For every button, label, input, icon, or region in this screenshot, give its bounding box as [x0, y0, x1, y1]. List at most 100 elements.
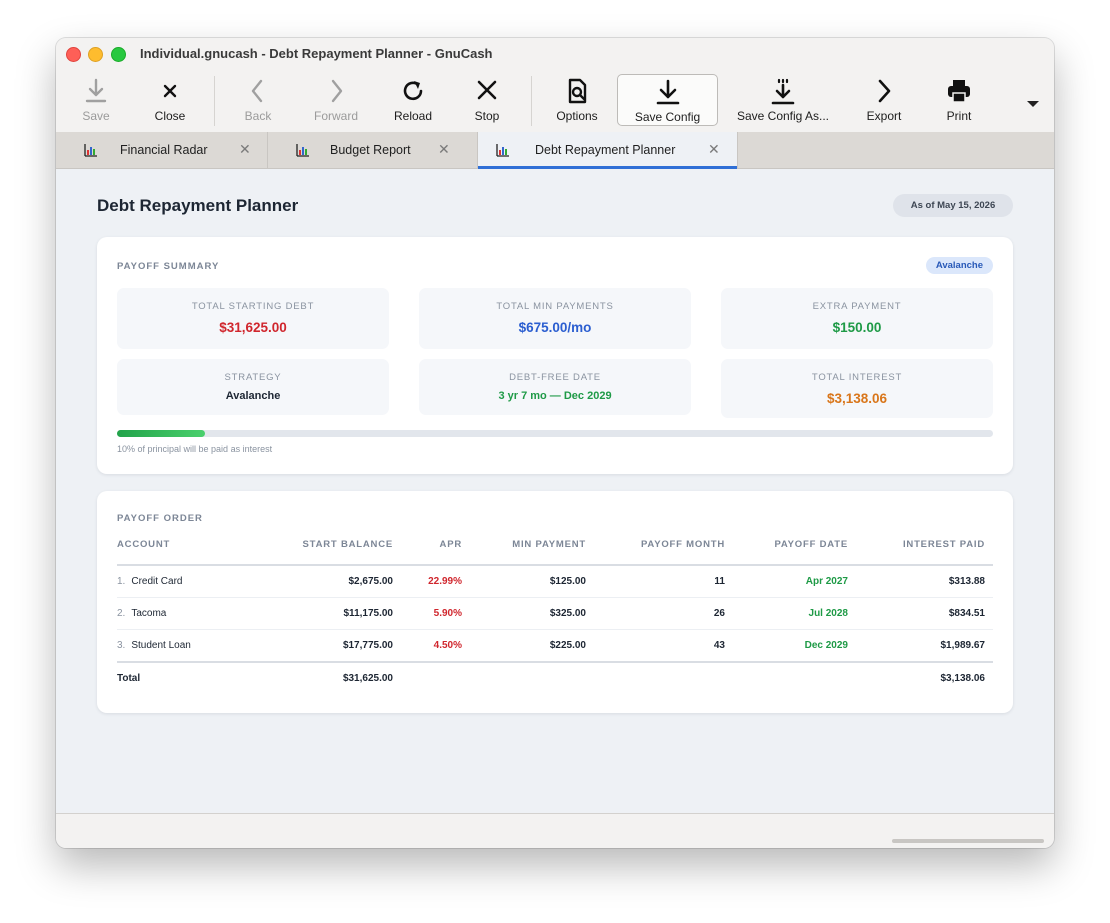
report-icon [296, 144, 309, 157]
stat-value: $3,138.06 [826, 391, 888, 406]
close-icon [163, 84, 177, 98]
payoff-month-cell: 43 [586, 629, 725, 663]
save-label: Save [82, 109, 110, 123]
stop-label: Stop [474, 109, 500, 123]
save-config-label: Save Config [634, 110, 701, 124]
toolbar: Save Close Back Forward Reload Stop Opti… [56, 70, 1054, 133]
payoff-order-card: PAYOFF ORDER ACCOUNT START BALANCE APR M… [97, 491, 1013, 713]
stat-value: $150.00 [832, 320, 882, 335]
export-label: Export [866, 109, 902, 123]
horizontal-scrollbar[interactable] [892, 839, 1044, 843]
stat-value: 3 yr 7 mo — Dec 2029 [498, 390, 612, 402]
account-cell: 1. Credit Card [117, 565, 257, 598]
stat-label: TOTAL STARTING DEBT [191, 301, 315, 312]
start-balance-cell: $11,175.00 [257, 597, 393, 630]
close-tab-icon[interactable]: ✕ [708, 141, 720, 158]
options-button[interactable]: Options [552, 70, 602, 132]
options-icon [568, 78, 587, 104]
empty-cell [393, 661, 462, 694]
status-bar [56, 813, 1054, 848]
close-tab-icon[interactable]: ✕ [438, 141, 450, 158]
save-config-as-label: Save Config As... [736, 109, 830, 123]
forward-button[interactable]: Forward [308, 70, 364, 132]
interest-progress-fill [117, 430, 205, 437]
row-index: 3. [117, 640, 126, 651]
save-button[interactable]: Save [74, 70, 118, 132]
stat-extra-payment: EXTRA PAYMENT $150.00 [721, 288, 993, 349]
min-payment-cell: $325.00 [462, 597, 586, 630]
stat-value: $675.00/mo [518, 320, 592, 335]
save-config-as-button[interactable]: Save Config As... [731, 70, 835, 132]
payoff-date-cell: Apr 2027 [725, 565, 848, 598]
tab-debt-repayment-planner[interactable]: Debt Repayment Planner ✕ [478, 132, 738, 169]
table-row: 3. Student Loan $17,775.00 4.50% $225.00 … [117, 629, 993, 663]
account-name: Credit Card [131, 576, 183, 587]
stat-value: Avalanche [225, 390, 281, 402]
report-content: Debt Repayment Planner As of May 15, 202… [56, 169, 1054, 813]
column-header[interactable]: MIN PAYMENT [462, 539, 586, 566]
stat-total-interest: TOTAL INTEREST $3,138.06 [721, 359, 993, 418]
apr-cell: 5.90% [393, 597, 462, 630]
download-icon [656, 79, 679, 105]
payoff-order-table: ACCOUNT START BALANCE APR MIN PAYMENT PA… [117, 539, 993, 694]
tab-financial-radar[interactable]: Financial Radar ✕ [56, 132, 268, 168]
min-payment-cell: $225.00 [462, 629, 586, 663]
column-header[interactable]: PAYOFF DATE [725, 539, 848, 566]
stat-total-min-payments: TOTAL MIN PAYMENTS $675.00/mo [419, 288, 691, 349]
interest-paid-cell: $313.88 [848, 565, 993, 598]
interest-caption: 10% of principal will be paid as interes… [117, 444, 273, 454]
minimize-window-button[interactable] [88, 47, 103, 62]
export-button[interactable]: Export [860, 70, 908, 132]
payoff-date-cell: Dec 2029 [725, 629, 848, 663]
save-config-button[interactable]: Save Config [617, 74, 718, 126]
app-window: Individual.gnucash - Debt Repayment Plan… [56, 38, 1054, 848]
print-button[interactable]: Print [938, 70, 980, 132]
back-label: Back [244, 109, 272, 123]
toolbar-overflow-button[interactable] [1026, 96, 1040, 114]
start-balance-cell: $17,775.00 [257, 629, 393, 663]
stat-label: TOTAL INTEREST [811, 372, 903, 383]
total-start-balance: $31,625.00 [257, 661, 393, 694]
stat-debt-free-date: DEBT-FREE DATE 3 yr 7 mo — Dec 2029 [419, 359, 691, 415]
column-header[interactable]: APR [393, 539, 462, 566]
close-window-button[interactable] [66, 47, 81, 62]
total-row: Total $31,625.00 $3,138.06 [117, 661, 993, 694]
report-icon [84, 144, 97, 157]
toolbar-separator [531, 76, 532, 126]
as-of-date-badge: As of May 15, 2026 [893, 194, 1013, 217]
stop-button[interactable]: Stop [466, 70, 508, 132]
stat-value: $31,625.00 [219, 320, 287, 335]
save-as-icon [771, 78, 795, 105]
column-header[interactable]: INTEREST PAID [848, 539, 993, 566]
printer-icon [948, 80, 970, 103]
export-icon [878, 79, 891, 103]
stat-label: EXTRA PAYMENT [812, 301, 902, 312]
stat-label: STRATEGY [224, 372, 282, 383]
report-icon [496, 144, 509, 157]
reload-button[interactable]: Reload [388, 70, 438, 132]
account-name: Tacoma [131, 608, 167, 619]
tab-budget-report[interactable]: Budget Report ✕ [268, 132, 478, 168]
row-index: 1. [117, 576, 126, 587]
column-header[interactable]: PAYOFF MONTH [586, 539, 725, 566]
back-button[interactable]: Back [236, 70, 280, 132]
strategy-badge: Avalanche [925, 257, 993, 274]
close-button[interactable]: Close [146, 70, 194, 132]
toolbar-separator [214, 76, 215, 126]
reload-label: Reload [393, 109, 433, 123]
apr-cell: 22.99% [393, 565, 462, 598]
close-label: Close [154, 109, 186, 123]
close-tab-icon[interactable]: ✕ [239, 141, 251, 158]
column-header[interactable]: ACCOUNT [117, 539, 257, 566]
account-name: Student Loan [131, 640, 191, 651]
zoom-window-button[interactable] [111, 47, 126, 62]
title-bar: Individual.gnucash - Debt Repayment Plan… [56, 38, 1054, 70]
interest-paid-cell: $834.51 [848, 597, 993, 630]
interest-progress-bar [117, 430, 993, 437]
min-payment-cell: $125.00 [462, 565, 586, 598]
empty-cell [586, 661, 725, 694]
apr-cell: 4.50% [393, 629, 462, 663]
window-title: Individual.gnucash - Debt Repayment Plan… [140, 46, 493, 61]
column-header[interactable]: START BALANCE [257, 539, 393, 566]
forward-label: Forward [313, 109, 358, 123]
